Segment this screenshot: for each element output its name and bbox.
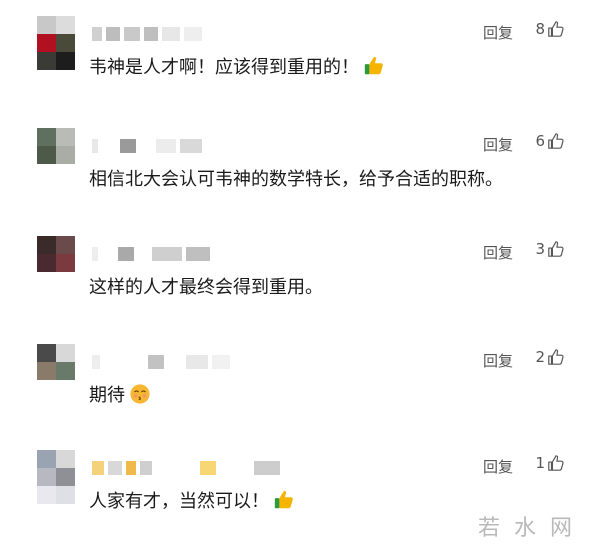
avatar[interactable] bbox=[37, 344, 75, 398]
like-count: 1 bbox=[535, 454, 545, 472]
username-blurred[interactable] bbox=[92, 138, 202, 154]
comment-text: 相信北大会认可韦神的数学特长，给予合适的职称。 bbox=[89, 169, 503, 190]
comment-text: 期待 bbox=[89, 381, 151, 407]
like-count: 3 bbox=[535, 240, 545, 258]
like-count: 2 bbox=[535, 348, 545, 366]
like-button[interactable]: 8 bbox=[535, 20, 565, 38]
thumbs-up-outline-icon bbox=[548, 241, 564, 257]
like-count: 6 bbox=[535, 132, 545, 150]
thumbs-up-outline-icon bbox=[548, 21, 564, 37]
thumbs-up-emoji bbox=[364, 56, 383, 75]
thumbs-up-outline-icon bbox=[548, 349, 564, 365]
avatar[interactable] bbox=[37, 16, 75, 70]
avatar[interactable] bbox=[37, 236, 75, 290]
comment-text: 韦神是人才啊！应该得到重用的！ bbox=[89, 53, 385, 79]
like-count: 8 bbox=[535, 20, 545, 38]
comment-text: 人家有才，当然可以！ bbox=[89, 487, 295, 513]
reply-button[interactable]: 回复 bbox=[483, 456, 513, 477]
reply-button[interactable]: 回复 bbox=[483, 22, 513, 43]
watermark: 若水网 bbox=[477, 516, 586, 541]
thumbs-up-outline-icon bbox=[548, 133, 564, 149]
comment-text: 这样的人才最终会得到重用。 bbox=[89, 277, 323, 298]
username-blurred[interactable] bbox=[92, 246, 210, 262]
kissing-face-emoji bbox=[130, 384, 150, 404]
reply-button[interactable]: 回复 bbox=[483, 134, 513, 155]
username-blurred[interactable] bbox=[92, 460, 280, 476]
like-button[interactable]: 2 bbox=[535, 348, 565, 366]
like-button[interactable]: 1 bbox=[535, 454, 565, 472]
reply-button[interactable]: 回复 bbox=[483, 350, 513, 371]
username-blurred[interactable] bbox=[92, 354, 230, 370]
thumbs-up-emoji bbox=[274, 490, 293, 509]
like-button[interactable]: 3 bbox=[535, 240, 565, 258]
like-button[interactable]: 6 bbox=[535, 132, 565, 150]
thumbs-up-outline-icon bbox=[548, 455, 564, 471]
avatar[interactable] bbox=[37, 450, 75, 504]
avatar[interactable] bbox=[37, 128, 75, 182]
reply-button[interactable]: 回复 bbox=[483, 242, 513, 263]
username-blurred[interactable] bbox=[92, 26, 202, 42]
